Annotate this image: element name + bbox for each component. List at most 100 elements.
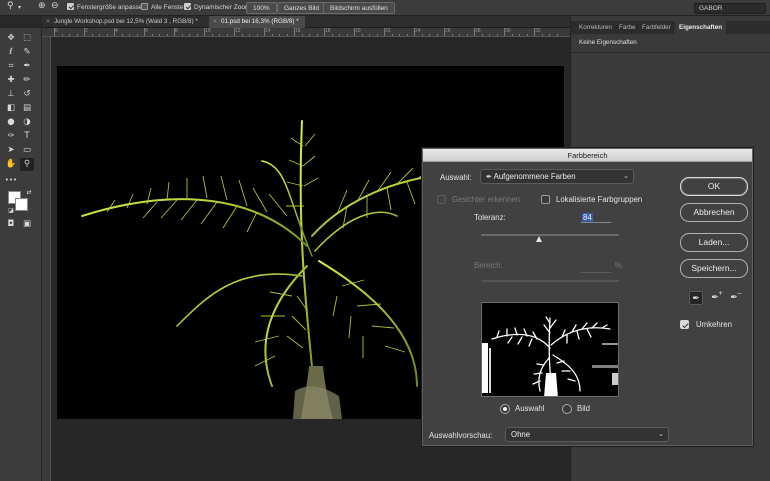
all-windows-checkbox[interactable]: Alle Fenster — [141, 3, 186, 13]
eyedropper-icon[interactable]: ✒ — [689, 291, 703, 305]
ruler-tick-label: 18 — [325, 28, 331, 34]
crop-tool-icon[interactable]: ⌗ — [4, 60, 18, 73]
rectangle-tool-icon[interactable]: ▭ — [20, 144, 34, 157]
fill-screen-button[interactable]: Bildschirm ausfüllen — [323, 2, 395, 14]
ruler-horizontal: 0 2 4 6 8 10 12 14 16 18 20 22 24 26 28 30 32 — [42, 28, 570, 37]
ruler-tick-label: 22 — [385, 28, 391, 34]
path-selection-tool-icon[interactable]: ➤ — [4, 144, 18, 157]
detect-faces-label: Gesichter erkennen — [452, 195, 521, 204]
ruler-tick-label: 12 — [235, 28, 241, 34]
range-input[interactable] — [581, 272, 611, 273]
chevron-down-icon[interactable]: ▾ — [18, 3, 21, 13]
ruler-tick-label: 24 — [415, 28, 421, 34]
zoom-100-button[interactable]: 100% — [246, 2, 277, 14]
ruler-tick-label: 28 — [475, 28, 481, 34]
toolbox: ✥ ⬚ ℓ ✎ ⌗ ✒ ✚ ✏ ⊥ ↺ ◧ ▤ ● ◑ ✑ T ➤ ▭ ✋ ⚲ … — [0, 28, 42, 481]
tab-01-psd[interactable]: × 01.psd bei 16,3% (RGB/8) * — [209, 16, 305, 28]
close-icon[interactable]: × — [46, 16, 50, 28]
zoom-tool-icon[interactable]: ⚲ — [20, 158, 34, 171]
invert-checkbox[interactable] — [680, 320, 689, 329]
swap-colors-icon[interactable]: ⇄ — [22, 186, 36, 199]
range-slider-track[interactable] — [481, 280, 619, 282]
tab-jungle-workshop[interactable]: × Jungle Workshop.psd bei 12,5% (Wald 3 … — [42, 16, 204, 28]
localized-clusters-checkbox[interactable] — [541, 195, 550, 204]
eyedropper-icon: ✒ — [486, 173, 492, 181]
tab-korrekturen[interactable]: Korrekturen — [575, 21, 616, 34]
lasso-tool-icon[interactable]: ℓ — [4, 46, 18, 59]
select-value: Aufgenommene Farben — [493, 172, 576, 181]
tab-eigenschaften[interactable]: Eigenschaften — [675, 21, 727, 34]
blur-tool-icon[interactable]: ● — [4, 116, 18, 129]
clone-stamp-tool-icon[interactable]: ⊥ — [4, 88, 18, 101]
ok-button[interactable]: OK — [680, 177, 748, 196]
ruler-vertical — [42, 37, 51, 481]
marquee-tool-icon[interactable]: ⬚ — [20, 32, 34, 45]
eyedropper-minus-icon[interactable]: ✒ − — [727, 290, 742, 305]
hand-tool-icon[interactable]: ✋ — [4, 158, 18, 171]
ruler-tick-label: 10 — [205, 28, 211, 34]
selection-mask-image — [482, 316, 618, 396]
load-button[interactable]: Laden... — [680, 233, 748, 252]
tab-label: Jungle Workshop.psd bei 12,5% (Wald 3 , … — [54, 18, 198, 25]
resize-window-checkbox[interactable]: Fenstergröße anpassen — [67, 3, 146, 13]
tab-farbe[interactable]: Farbe — [615, 21, 639, 34]
selection-preview-value: Ohne — [511, 430, 531, 439]
move-tool-icon[interactable]: ✥ — [4, 32, 18, 45]
screen-mode-icon[interactable]: ▣ — [20, 218, 34, 231]
selection-radio[interactable] — [500, 404, 510, 414]
eraser-tool-icon[interactable]: ◧ — [4, 102, 18, 115]
ruler-tick-label: 32 — [535, 28, 541, 34]
range-unit: % — [615, 261, 622, 270]
fuzziness-label: Toleranz: — [474, 213, 506, 222]
selection-preview — [481, 302, 619, 397]
healing-brush-tool-icon[interactable]: ✚ — [4, 74, 18, 87]
workspace-switcher[interactable]: GABOR — [694, 3, 766, 14]
ruler-tick-label: 2 — [85, 28, 88, 34]
default-colors-icon[interactable]: ◪ — [4, 204, 18, 217]
eyedropper-plus-icon[interactable]: ✒ + — [708, 290, 723, 305]
checkbox-icon — [67, 3, 74, 10]
eyedropper-tool-icon[interactable]: ✒ — [20, 60, 34, 73]
tab-farbfelder[interactable]: Farbfelder — [638, 21, 675, 34]
brush-tool-icon[interactable]: ✏ — [20, 74, 34, 87]
image-radio[interactable] — [562, 404, 572, 414]
cancel-button[interactable]: Abbrechen — [680, 203, 748, 222]
fuzziness-input[interactable]: 84 — [581, 212, 611, 223]
close-icon[interactable]: × — [213, 16, 217, 28]
ruler-tick-label: 14 — [265, 28, 271, 34]
range-label: Bereich: — [474, 261, 503, 270]
zoom-in-icon[interactable]: ⊕ — [38, 1, 46, 11]
fuzziness-slider-thumb[interactable] — [535, 236, 542, 242]
selection-preview-dropdown[interactable]: Ohne ⌄ — [505, 427, 669, 442]
save-button[interactable]: Speichern... — [680, 259, 748, 278]
detect-faces-checkbox[interactable] — [437, 195, 446, 204]
chevron-down-icon: ⌄ — [623, 173, 629, 180]
properties-empty-text: Keine Eigenschaften — [579, 39, 637, 46]
gradient-tool-icon[interactable]: ▤ — [20, 102, 34, 115]
ruler-tick-label: 6 — [145, 28, 148, 34]
document-tab-bar: × Jungle Workshop.psd bei 12,5% (Wald 3 … — [42, 16, 570, 28]
quick-selection-tool-icon[interactable]: ✎ — [20, 46, 34, 59]
scrubby-zoom-label: Dynamischer Zoom — [194, 4, 251, 11]
type-tool-icon[interactable]: T — [20, 130, 34, 143]
scrubby-zoom-checkbox[interactable]: Dynamischer Zoom — [184, 3, 250, 13]
zoom-out-icon[interactable]: ⊖ — [51, 1, 59, 11]
zoom-tool-icon[interactable]: ⚲ — [7, 1, 14, 11]
fit-screen-button[interactable]: Ganzes Bild — [277, 2, 327, 14]
image-radio-label: Bild — [577, 404, 591, 413]
quick-mask-icon[interactable]: ◘ — [4, 218, 18, 231]
history-brush-tool-icon[interactable]: ↺ — [20, 88, 34, 101]
all-windows-label: Alle Fenster — [151, 4, 186, 11]
selection-preview-label: Auswahlvorschau: — [429, 431, 493, 440]
options-bar: ⚲ ▾ ⊕ ⊖ Fenstergröße anpassen Alle Fenst… — [0, 0, 770, 16]
fuzziness-slider-track[interactable] — [481, 234, 619, 236]
chevron-down-icon: ⌄ — [658, 431, 664, 438]
ruler-tick-label: 16 — [295, 28, 301, 34]
pen-tool-icon[interactable]: ✑ — [4, 130, 18, 143]
dodge-tool-icon[interactable]: ◑ — [20, 116, 34, 129]
invert-label: Umkehren — [696, 320, 732, 329]
ruler-tick-label: 4 — [115, 28, 118, 34]
select-dropdown[interactable]: ✒ Aufgenommene Farben ⌄ — [480, 169, 634, 184]
dialog-title: Farbbereich — [423, 149, 752, 162]
more-tools-icon[interactable]: ••• — [4, 174, 18, 187]
